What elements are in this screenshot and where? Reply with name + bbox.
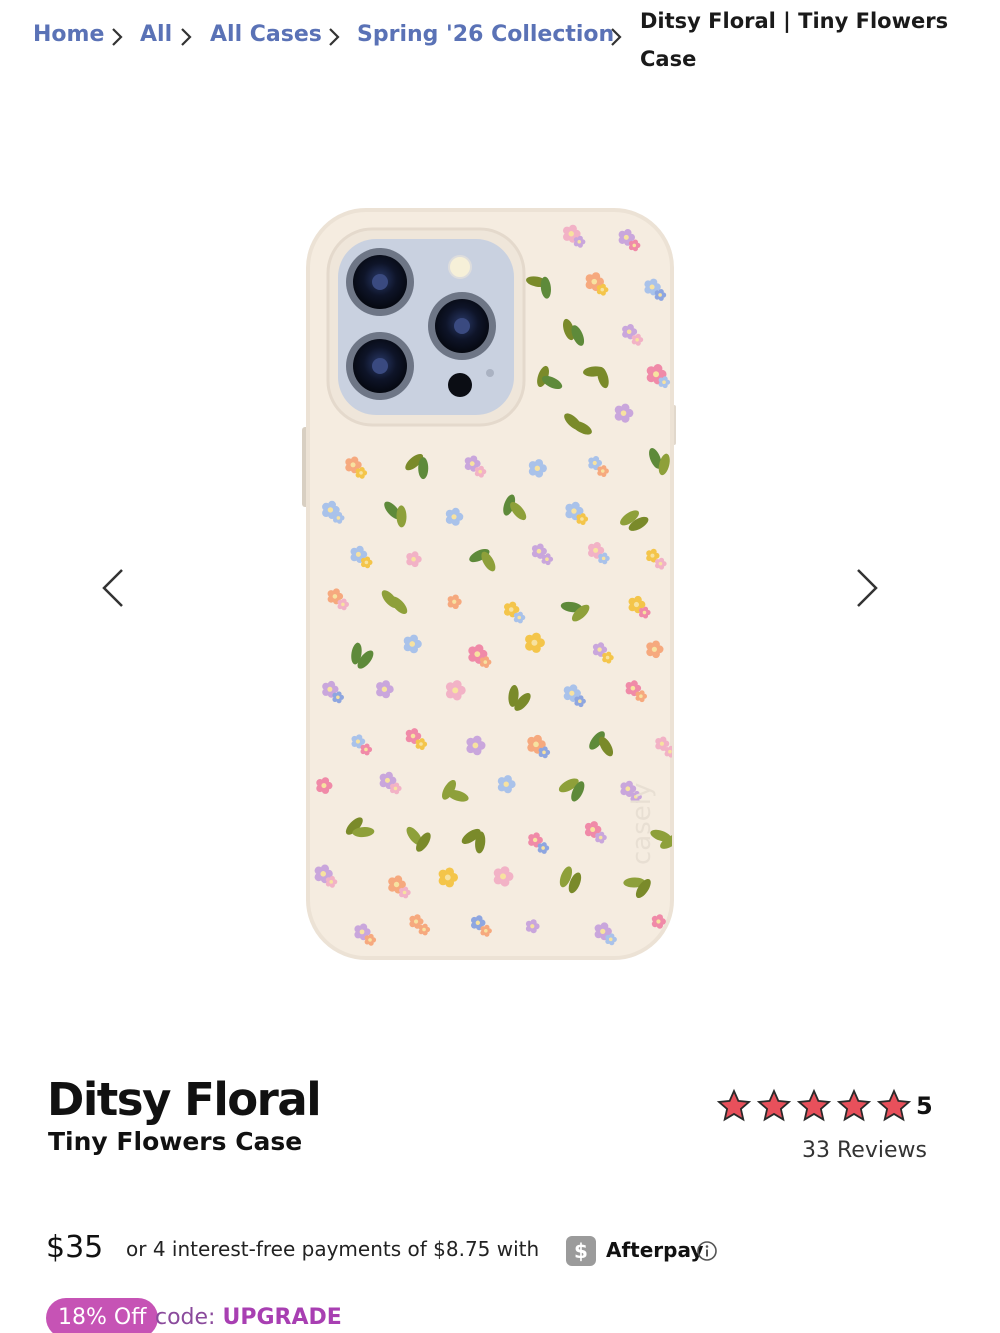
star-icon [836, 1088, 872, 1122]
breadcrumb-link-home[interactable]: Home [33, 22, 104, 47]
promo-code: code: UPGRADE [155, 1305, 342, 1330]
brand-wordmark: casely [627, 783, 657, 865]
product-gallery: casely [0, 150, 1000, 1030]
star-icon [716, 1088, 752, 1122]
discount-badge: 18% Off [46, 1298, 159, 1333]
chevron-right-icon[interactable] [846, 558, 886, 618]
chevron-left-icon[interactable] [94, 558, 134, 618]
product-price: $35 [46, 1230, 104, 1265]
star-icon [796, 1088, 832, 1122]
chevron-right-icon [611, 28, 622, 46]
breadcrumb: Home All All Cases Spring '26 Collection… [33, 0, 973, 80]
star-icon [756, 1088, 792, 1122]
star-rating[interactable]: 5 [716, 1088, 936, 1128]
breadcrumb-link-spring-collection[interactable]: Spring '26 Collection [357, 22, 614, 47]
star-icon [876, 1088, 912, 1122]
chevron-right-icon [329, 28, 340, 46]
breadcrumb-current: Ditsy Floral | Tiny Flowers Case [640, 9, 949, 71]
chevron-right-icon [181, 28, 192, 46]
chevron-right-icon [112, 28, 123, 46]
promo-code-prefix: code: [155, 1305, 216, 1330]
rating-value: 5 [916, 1092, 933, 1120]
afterpay-logo-icon: $ [566, 1236, 596, 1266]
reviews-link[interactable]: 33 Reviews [802, 1138, 927, 1163]
product-subtitle: Tiny Flowers Case [48, 1127, 303, 1156]
product-title: Ditsy Floral [47, 1073, 322, 1126]
breadcrumb-link-all-cases[interactable]: All Cases [210, 22, 322, 47]
afterpay-label: Afterpay [606, 1238, 704, 1262]
installments-text: or 4 interest-free payments of $8.75 wit… [126, 1237, 540, 1261]
breadcrumb-link-all[interactable]: All [140, 22, 172, 47]
promo-code-value: UPGRADE [222, 1305, 342, 1330]
info-icon[interactable] [696, 1240, 718, 1262]
product-image: casely [300, 205, 680, 965]
